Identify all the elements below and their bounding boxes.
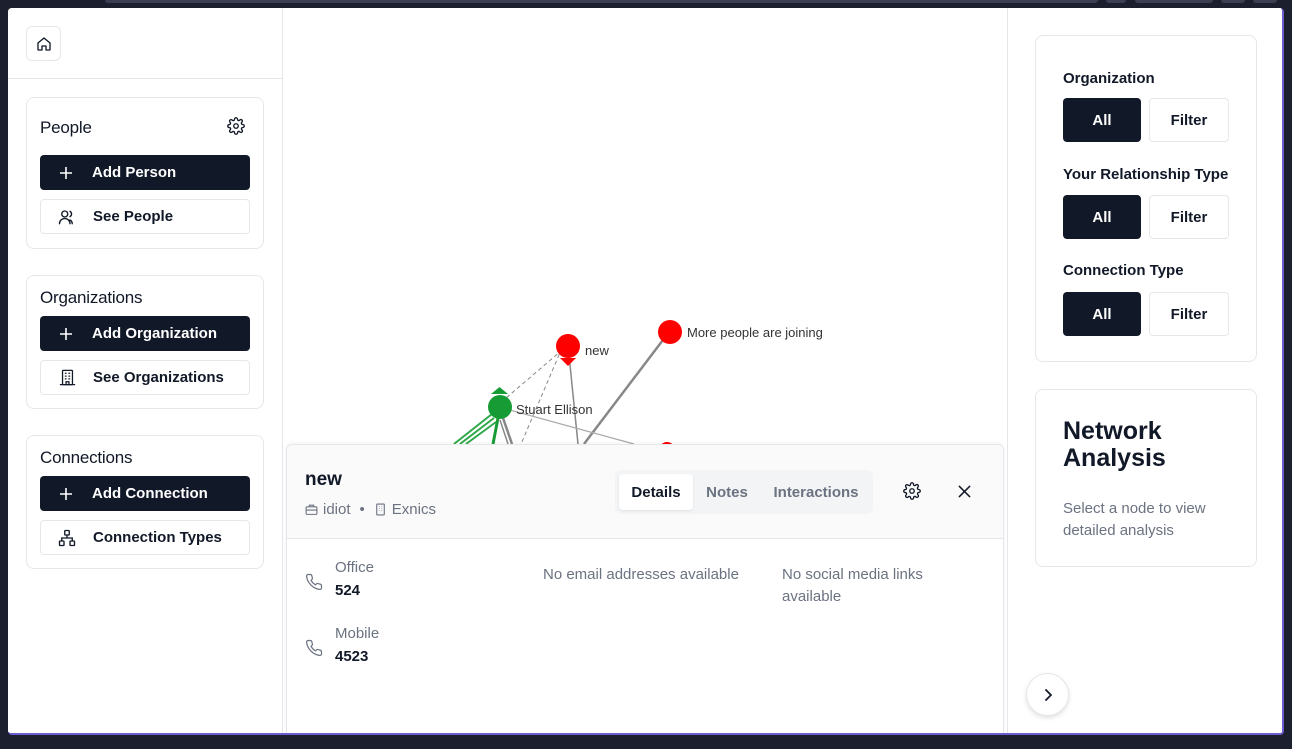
tab-interactions[interactable]: Interactions xyxy=(763,474,869,510)
connection-filter-button[interactable]: Filter xyxy=(1149,292,1229,336)
phone-value[interactable]: 524 xyxy=(335,582,374,599)
toolbar-button[interactable] xyxy=(1135,0,1213,3)
phone-value[interactable]: 4523 xyxy=(335,648,379,665)
add-person-label: Add Person xyxy=(92,164,177,181)
close-icon[interactable] xyxy=(958,485,971,503)
add-connection-button[interactable]: Add Connection xyxy=(40,476,250,511)
toolbar-button[interactable] xyxy=(1106,0,1126,3)
briefcase-icon xyxy=(305,504,318,515)
details-settings-gear-icon[interactable] xyxy=(903,482,921,505)
toolbar-button[interactable] xyxy=(1221,0,1245,3)
graph-edge-green xyxy=(465,421,497,445)
building-icon xyxy=(375,503,385,516)
see-organizations-label: See Organizations xyxy=(93,369,224,386)
no-email-message: No email addresses available xyxy=(543,566,739,583)
add-connection-label: Add Connection xyxy=(92,485,208,502)
add-organization-label: Add Organization xyxy=(92,325,217,342)
people-card: People Add Person See People xyxy=(26,97,264,249)
phone-label: Office xyxy=(335,559,374,576)
person-name: new xyxy=(305,469,342,490)
phone-label: Mobile xyxy=(335,625,380,642)
connections-card: Connections Add Connection Connection Ty… xyxy=(26,435,264,569)
connections-title: Connections xyxy=(40,448,133,467)
no-social-message: No social media links available xyxy=(782,566,923,605)
connection-filter-label: Connection Type xyxy=(1063,262,1184,279)
chevron-right-icon xyxy=(1044,688,1052,701)
sidebar-divider xyxy=(8,78,283,79)
app-window: People Add Person See People Organizatio… xyxy=(8,8,1284,735)
people-settings-gear-icon[interactable] xyxy=(227,117,245,140)
connection-types-button[interactable]: Connection Types xyxy=(40,520,250,555)
node-circle[interactable] xyxy=(488,395,512,419)
node-label: More people are joining xyxy=(687,325,823,340)
network-analysis-description: Select a node to view detailed analysis xyxy=(1063,500,1206,539)
node-marker xyxy=(491,387,508,394)
add-organization-button[interactable]: Add Organization xyxy=(40,316,250,351)
plus-icon xyxy=(40,327,92,341)
people-title: People xyxy=(40,118,92,137)
person-details-panel: new idiot • Exnics Details Notes Interac… xyxy=(286,444,1004,733)
person-role: idiot xyxy=(323,501,351,518)
connection-all-button[interactable]: All xyxy=(1063,292,1141,336)
network-icon xyxy=(41,529,93,547)
phone-mobile: Mobile 4523 xyxy=(305,625,379,665)
toolbar-button[interactable] xyxy=(1253,0,1277,3)
phone-icon xyxy=(305,559,335,599)
organization-filter-label: Organization xyxy=(1063,70,1155,87)
subtitle-separator: • xyxy=(359,501,365,518)
address-bar[interactable] xyxy=(105,0,1098,3)
graph-edge xyxy=(498,344,569,405)
see-people-button[interactable]: See People xyxy=(40,199,250,234)
node-label: Stuart Ellison xyxy=(516,402,593,417)
organization-filter-button[interactable]: Filter xyxy=(1149,98,1229,142)
tab-notes[interactable]: Notes xyxy=(695,474,759,510)
building-icon xyxy=(41,369,93,386)
phone-office: Office 524 xyxy=(305,559,374,599)
relationship-all-button[interactable]: All xyxy=(1063,195,1141,239)
home-button[interactable] xyxy=(26,26,61,61)
graph-node-more-people[interactable]: More people are joining xyxy=(658,320,823,344)
person-subtitle: idiot • Exnics xyxy=(305,501,436,518)
organizations-title: Organizations xyxy=(40,288,143,307)
network-analysis-card: Network Analysis Select a node to view d… xyxy=(1035,389,1257,567)
node-circle[interactable] xyxy=(658,320,682,344)
graph-edge xyxy=(520,347,563,445)
graph-node-stuart-ellison[interactable]: Stuart Ellison xyxy=(488,387,593,419)
see-organizations-button[interactable]: See Organizations xyxy=(40,360,250,395)
details-header: new idiot • Exnics Details Notes Interac… xyxy=(287,445,1003,539)
node-label: new xyxy=(585,343,609,358)
phone-icon xyxy=(305,625,335,665)
person-organization: Exnics xyxy=(391,501,436,518)
right-panel: Organization All Filter Your Relationshi… xyxy=(1007,8,1282,733)
network-analysis-title: Network Analysis xyxy=(1063,417,1166,472)
left-sidebar: People Add Person See People Organizatio… xyxy=(8,8,283,733)
relationship-filter-button[interactable]: Filter xyxy=(1149,195,1229,239)
details-tabs: Details Notes Interactions xyxy=(615,470,873,514)
filters-card: Organization All Filter Your Relationshi… xyxy=(1035,35,1257,362)
users-icon xyxy=(41,208,93,226)
connection-types-label: Connection Types xyxy=(93,529,222,546)
node-marker xyxy=(560,358,576,366)
organizations-card: Organizations Add Organization See Organ… xyxy=(26,275,264,409)
graph-node-new[interactable]: new xyxy=(556,334,609,366)
window-top-strip xyxy=(0,0,1292,8)
relationship-filter-label: Your Relationship Type xyxy=(1063,166,1229,183)
expand-panel-button[interactable] xyxy=(1026,673,1069,716)
home-icon xyxy=(36,36,51,51)
see-people-label: See People xyxy=(93,208,174,225)
plus-icon xyxy=(40,166,92,180)
graph-edge-green xyxy=(459,417,495,445)
add-person-button[interactable]: Add Person xyxy=(40,155,250,190)
organization-all-button[interactable]: All xyxy=(1063,98,1141,142)
node-circle[interactable] xyxy=(556,334,580,358)
tab-details[interactable]: Details xyxy=(619,474,693,510)
plus-icon xyxy=(40,487,92,501)
